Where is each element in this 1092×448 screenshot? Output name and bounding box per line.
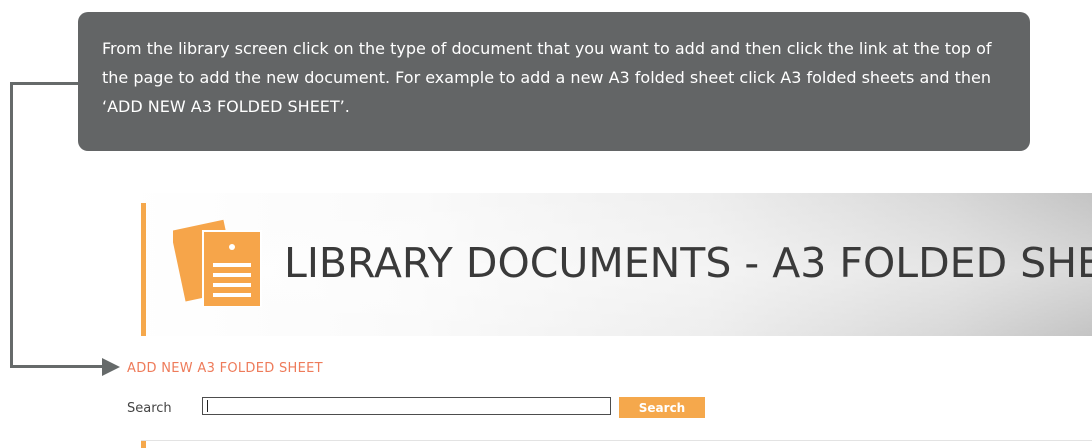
- library-page-screenshot: LIBRARY DOCUMENTS - A3 FOLDED SHEET ADD …: [127, 193, 1092, 448]
- document-stack-icon: [173, 219, 262, 307]
- connector-line-bottom: [10, 365, 104, 368]
- instruction-callout: From the library screen click on the typ…: [78, 12, 1030, 151]
- connector-line-vertical: [10, 82, 13, 368]
- page-title: LIBRARY DOCUMENTS - A3 FOLDED SHEET: [284, 239, 1092, 287]
- arrow-head-icon: [102, 358, 120, 376]
- add-new-document-link[interactable]: ADD NEW A3 FOLDED SHEET: [127, 361, 323, 376]
- connector-line-top: [10, 82, 78, 85]
- search-label: Search: [127, 401, 172, 416]
- search-input[interactable]: [202, 397, 611, 415]
- search-button[interactable]: Search: [619, 397, 705, 418]
- content-divider: [141, 440, 1092, 441]
- text-caret: [207, 400, 208, 412]
- header-accent-bar: [141, 203, 146, 336]
- instruction-text: From the library screen click on the typ…: [102, 39, 992, 116]
- content-accent-bar: [141, 441, 146, 448]
